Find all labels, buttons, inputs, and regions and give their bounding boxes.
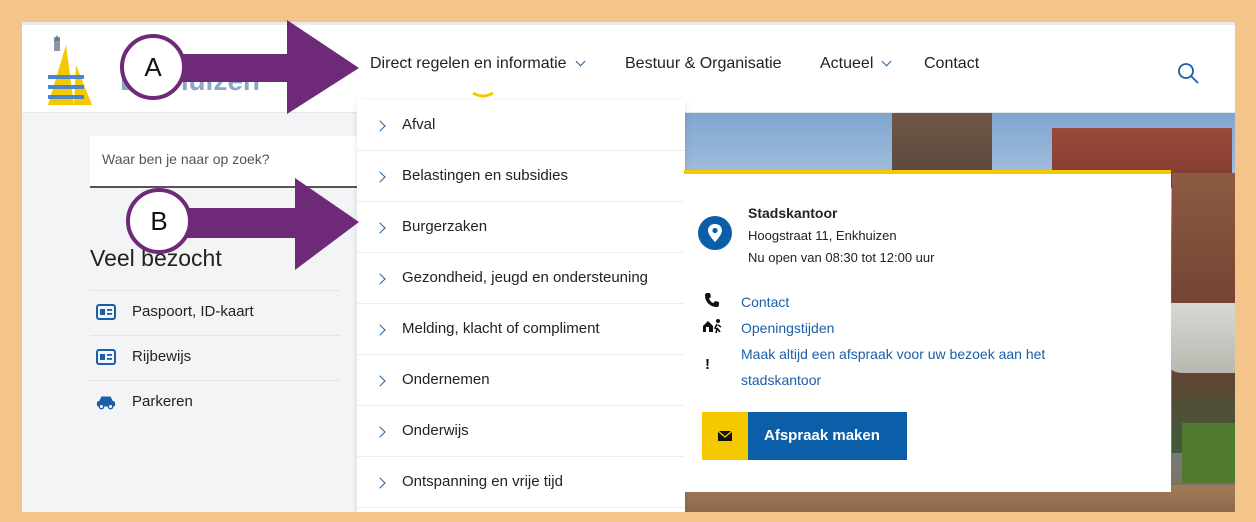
menu-item-burgerzaken[interactable]: Burgerzaken [357,202,685,253]
popular-item-paspoort[interactable]: Paspoort, ID-kaart [90,290,340,334]
make-appointment-button[interactable]: Afspraak maken [702,412,907,460]
menu-item-afval[interactable]: Afval [357,100,685,151]
phone-icon [705,293,719,307]
envelope-icon [702,412,748,460]
callout-b: B [126,188,192,254]
menu-item-label: Belastingen en subsidies [402,167,568,184]
nav-item-actueel[interactable]: Actueel [820,55,892,73]
popular-item-rijbewijs[interactable]: Rijbewijs [90,335,340,379]
popular-item-label: Paspoort, ID-kaart [132,303,254,320]
opening-hours-link[interactable]: Openingstijden [741,320,834,336]
popular-item-label: Rijbewijs [132,348,192,365]
chevron-right-icon [374,273,386,285]
location-pin-icon [698,216,732,250]
chevron-right-icon [374,375,386,387]
office-address: Hoogstraat 11, Enkhuizen [748,228,897,243]
menu-item-label: Onderwijs [402,422,469,439]
menu-item-belastingen[interactable]: Belastingen en subsidies [357,151,685,202]
make-appointment-label: Afspraak maken [748,412,907,460]
opening-hours-icon [703,319,722,334]
nav-item-label: Bestuur & Organisatie [625,55,782,72]
popular-item-parkeren[interactable]: Parkeren [90,380,340,424]
menu-item-label: Ondernemen [402,371,490,388]
nav-item-label: Contact [924,55,980,72]
chevron-right-icon [374,426,386,438]
chevron-right-icon [374,477,386,489]
menu-item-gezondheid[interactable]: Gezondheid, jeugd en ondersteuning [357,253,685,304]
appointment-note-line1[interactable]: Maak altijd een afspraak voor uw bezoek … [741,346,1045,362]
menu-item-label: Gezondheid, jeugd en ondersteuning [402,269,649,286]
car-icon [96,396,116,410]
chevron-down-icon [575,56,585,67]
chevron-right-icon [374,222,386,234]
active-indicator-icon [472,91,494,98]
search-icon[interactable] [1176,61,1200,85]
chevron-right-icon [374,171,386,183]
nav-item-contact[interactable]: Contact [924,55,979,73]
callout-a: A [120,34,186,100]
menu-item-ondernemen[interactable]: Ondernemen [357,355,685,406]
nav-item-label: Direct regelen en informatie [370,55,567,72]
appointment-note-line2[interactable]: stadskantoor [741,372,821,388]
menu-item-label: Afval [402,116,436,133]
menu-item-label: Melding, klacht of compliment [402,320,600,337]
nav-item-direct-regelen[interactable]: Direct regelen en informatie [370,55,585,73]
office-hours: Nu open van 08:30 tot 12:00 uur [748,250,935,265]
popular-item-label: Parkeren [132,393,193,410]
hero-boat [1162,303,1235,373]
id-card-icon [96,349,116,365]
chevron-right-icon [374,324,386,336]
contact-link[interactable]: Contact [741,294,789,310]
menu-item-melding[interactable]: Melding, klacht of compliment [357,304,685,355]
search-placeholder: Waar ben je naar op zoek? [102,151,270,167]
annotation-arrow-a [175,20,359,114]
exclamation-icon: ! [705,356,710,373]
menu-item-onderwijs[interactable]: Onderwijs [357,406,685,457]
hero-grass [1182,423,1235,483]
left-column: Waar ben je naar op zoek? Veel bezocht P… [22,114,360,512]
chevron-down-icon [881,56,892,67]
office-title: Stadskantoor [748,205,838,221]
menu-item-label: Burgerzaken [402,218,488,235]
office-card: Stadskantoor Hoogstraat 11, Enkhuizen Nu… [684,170,1171,492]
id-card-icon [96,304,116,320]
nav-item-label: Actueel [820,55,874,72]
annotation-arrow-b [175,178,359,270]
menu-item-ontspanning[interactable]: Ontspanning en vrije tijd [357,457,685,508]
nav-item-bestuur[interactable]: Bestuur & Organisatie [625,55,782,73]
chevron-right-icon [374,120,386,132]
dropdown-menu: Afval Belastingen en subsidies Burgerzak… [357,100,685,512]
menu-item-label: Ontspanning en vrije tijd [402,473,563,490]
